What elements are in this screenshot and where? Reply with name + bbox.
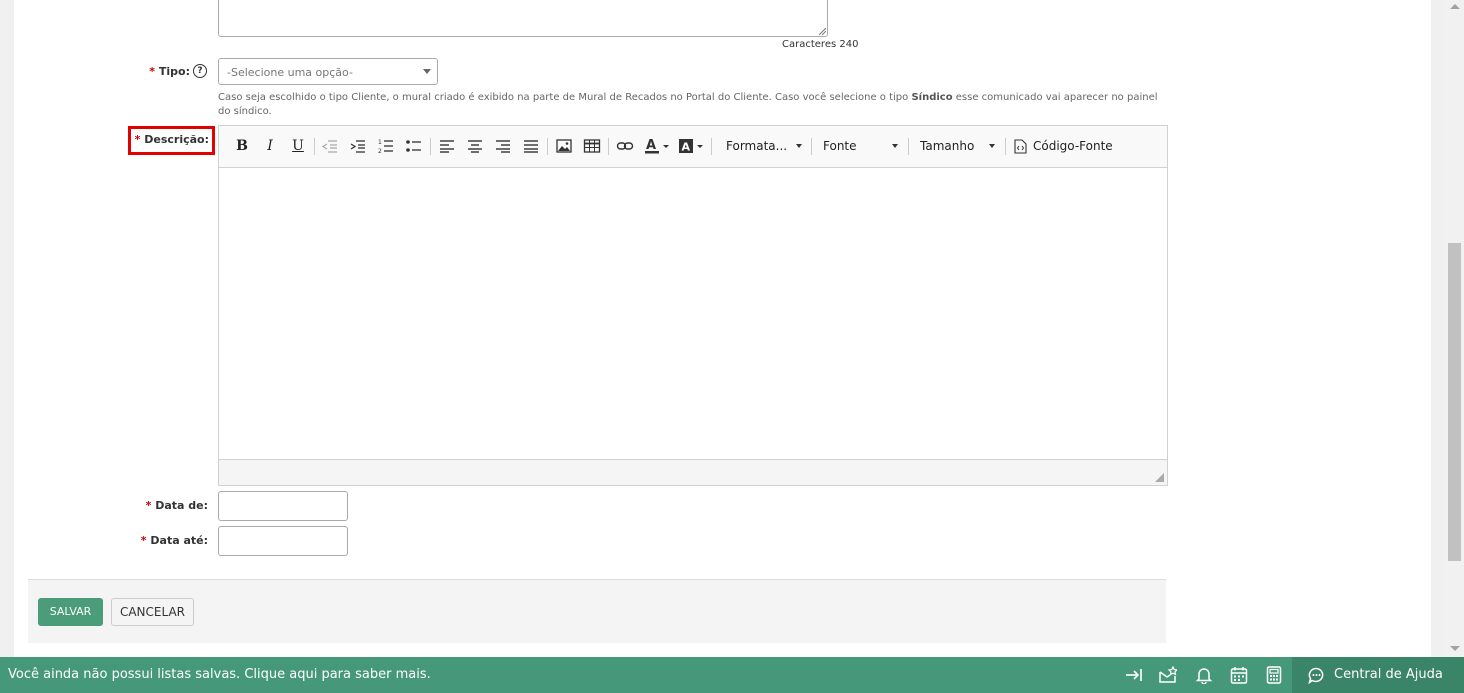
char-count-label: Caracteres 240 (782, 39, 859, 50)
data-ate-label: * Data até: (140, 534, 208, 547)
toolbar-separator (608, 138, 609, 155)
link-icon[interactable] (616, 136, 634, 156)
text-color-icon[interactable]: A (644, 136, 672, 156)
vertical-scrollbar[interactable] (1446, 0, 1464, 657)
data-de-label: * Data de: (140, 499, 208, 512)
editor-toolbar: B I U 1 2 A A Formata... Fonte Tamanho C… (219, 126, 1167, 168)
calculator-icon[interactable] (1265, 666, 1283, 684)
toolbar-separator (547, 138, 548, 155)
data-ate-input[interactable] (218, 526, 348, 556)
toolbar-separator (1005, 138, 1006, 155)
background-color-icon[interactable]: A (678, 136, 706, 156)
svg-text:A: A (682, 141, 691, 154)
data-ate-label-text: Data até: (150, 534, 208, 547)
resize-grip-icon[interactable] (818, 27, 826, 35)
form-actions: SALVAR CANCELAR (28, 579, 1166, 643)
format-dropdown[interactable]: Formata... (726, 136, 806, 156)
help-center-button[interactable]: Central de Ajuda (1292, 657, 1464, 693)
chevron-down-icon (796, 144, 802, 148)
svg-text:2: 2 (378, 148, 382, 155)
toolbar-separator (430, 138, 431, 155)
source-code-button[interactable]: Código-Fonte (1014, 136, 1124, 156)
align-left-icon[interactable] (438, 136, 456, 156)
required-mark: * (140, 534, 147, 547)
help-glyph: ? (197, 66, 203, 76)
chevron-down-icon (892, 144, 898, 148)
toolbar-separator (314, 138, 315, 155)
scroll-up-arrow-icon[interactable] (1450, 4, 1460, 9)
align-center-icon[interactable] (466, 136, 484, 156)
image-icon[interactable] (555, 136, 573, 156)
save-button[interactable]: SALVAR (38, 598, 103, 626)
outdent-icon[interactable] (321, 136, 339, 156)
hint-bold: Síndico (911, 92, 953, 103)
size-dropdown-label: Tamanho (920, 139, 975, 153)
toolbar-separator (908, 138, 909, 155)
calendar-icon[interactable] (1230, 666, 1248, 684)
toolbar-separator (811, 138, 812, 155)
editor-statusbar (219, 459, 1167, 485)
tipo-hint-text: Caso seja escolhido o tipo Cliente, o mu… (218, 91, 1163, 119)
chevron-down-icon (423, 69, 431, 74)
scroll-down-arrow-icon[interactable] (1450, 646, 1460, 651)
toolbar-separator (711, 138, 712, 155)
source-code-label: Código-Fonte (1033, 139, 1113, 153)
previous-textarea[interactable] (218, 0, 828, 37)
underline-button[interactable]: U (287, 136, 309, 156)
arrow-to-right-icon[interactable] (1125, 666, 1143, 684)
editor-content-area[interactable] (219, 168, 1167, 459)
data-de-label-text: Data de: (155, 499, 208, 512)
help-center-label: Central de Ajuda (1334, 667, 1443, 682)
font-dropdown-label: Fonte (823, 139, 857, 153)
hint-before: Caso seja escolhido o tipo Cliente, o mu… (218, 92, 912, 103)
tipo-select[interactable]: -Selecione uma opção- (218, 58, 438, 85)
size-dropdown[interactable]: Tamanho (920, 136, 998, 156)
source-code-icon (1014, 139, 1027, 154)
numbered-list-icon[interactable]: 1 2 (377, 136, 395, 156)
bold-button[interactable]: B (231, 136, 253, 156)
tipo-select-value: -Selecione uma opção- (227, 66, 353, 79)
bullet-list-icon[interactable] (405, 136, 423, 156)
align-justify-icon[interactable] (522, 136, 540, 156)
indent-icon[interactable] (349, 136, 367, 156)
font-dropdown[interactable]: Fonte (823, 136, 901, 156)
cancel-button[interactable]: CANCELAR (111, 598, 194, 626)
svg-text:A: A (646, 138, 656, 153)
format-dropdown-label: Formata... (726, 139, 788, 153)
table-icon[interactable] (583, 136, 601, 156)
resize-grip-icon[interactable] (1155, 473, 1164, 482)
scroll-thumb[interactable] (1448, 243, 1461, 561)
help-circle-icon[interactable]: ? (193, 64, 207, 78)
envelope-star-icon[interactable] (1159, 666, 1177, 684)
rich-text-editor[interactable]: B I U 1 2 A A Formata... Fonte Tamanho C… (218, 125, 1168, 486)
bottom-bar: Você ainda não possui listas salvas. Cli… (0, 657, 1464, 693)
svg-text:1: 1 (378, 139, 382, 146)
highlight-box (128, 126, 215, 155)
align-right-icon[interactable] (494, 136, 512, 156)
italic-button[interactable]: I (259, 136, 281, 156)
chevron-down-icon (989, 144, 995, 148)
chat-icon (1308, 667, 1324, 684)
data-de-input[interactable] (218, 491, 348, 521)
tipo-label: * Tipo: (140, 65, 190, 78)
required-mark: * (145, 499, 152, 512)
required-mark: * (149, 65, 156, 78)
bell-icon[interactable] (1195, 666, 1213, 684)
tipo-label-text: Tipo: (158, 65, 190, 78)
saved-lists-message[interactable]: Você ainda não possui listas salvas. Cli… (8, 667, 431, 682)
